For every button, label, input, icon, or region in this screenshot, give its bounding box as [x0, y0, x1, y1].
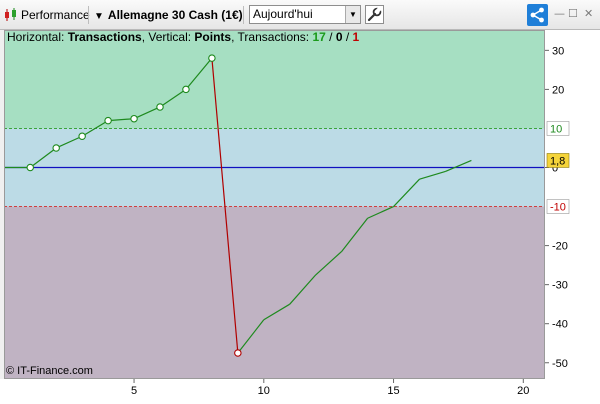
threshold-label: -10 — [550, 202, 566, 214]
loss-count: 1 — [352, 30, 360, 44]
copyright-label: © IT-Finance.com — [6, 365, 93, 377]
vertical-value: Points — [194, 30, 232, 44]
current-value-label: 1,8 — [550, 155, 565, 167]
x-tick-label: 10 — [258, 385, 270, 397]
chart-info-line: Horizontal: Transactions, Vertical: Poin… — [7, 30, 359, 44]
x-tick-label: 15 — [387, 385, 399, 397]
count-separator: / — [325, 30, 336, 44]
chart-frame — [4, 30, 545, 379]
threshold-label: 10 — [550, 123, 562, 135]
transactions-label: , Transactions: — [231, 30, 313, 44]
vertical-label: , Vertical: — [141, 30, 195, 44]
y-tick-label: -50 — [552, 358, 568, 370]
y-tick-label: 20 — [552, 84, 564, 96]
horizontal-label: Horizontal: — [7, 30, 68, 44]
neutral-count: 0 — [335, 30, 343, 44]
y-tick-label: -30 — [552, 280, 568, 292]
y-tick-label: -20 — [552, 241, 568, 253]
win-count: 17 — [312, 30, 326, 44]
count-separator: / — [342, 30, 353, 44]
y-tick-label: 30 — [552, 45, 564, 57]
x-tick-label: 5 — [131, 385, 137, 397]
horizontal-value: Transactions — [67, 30, 142, 44]
x-axis-panel — [0, 379, 600, 404]
y-tick-label: -40 — [552, 319, 568, 331]
x-tick-label: 20 — [517, 385, 529, 397]
